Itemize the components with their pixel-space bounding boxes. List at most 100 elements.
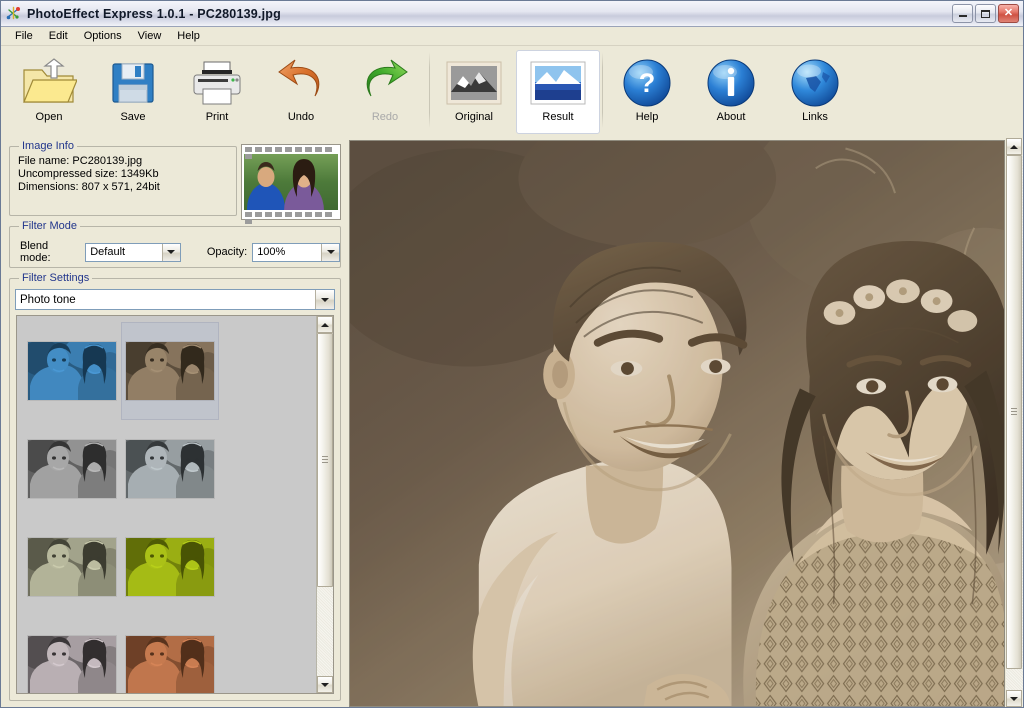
filter-thumbnail-gray-tone[interactable]: [23, 420, 121, 518]
filter-thumbnail-mauve-gray-tone[interactable]: [23, 616, 121, 693]
application-window: PhotoEffect Express 1.0.1 - PC280139.jpg…: [0, 0, 1024, 708]
result-view-label: Result: [542, 111, 574, 123]
maximize-button[interactable]: [975, 4, 996, 23]
filter-mode-group-label: Filter Mode: [19, 220, 81, 232]
filter-thumbnail-blue-tone[interactable]: [23, 322, 121, 420]
blend-mode-select[interactable]: Default: [85, 242, 181, 262]
result-image-canvas[interactable]: [349, 140, 1005, 707]
opacity-select[interactable]: 100%: [252, 242, 340, 262]
about-button-label: About: [716, 111, 746, 123]
image-info-group: Image Info File name: PC280139.jpg Uncom…: [9, 140, 237, 216]
filter-thumbnail-grid[interactable]: [17, 316, 316, 693]
image-vertical-scrollbar[interactable]: [1006, 138, 1023, 707]
redo-button[interactable]: Redo: [343, 50, 427, 134]
result-photo: [350, 141, 1004, 706]
filter-thumbnail-lime-tone[interactable]: [121, 518, 219, 616]
filter-thumbnail-panel: [16, 315, 334, 694]
help-button[interactable]: ? Help: [605, 50, 689, 134]
links-button[interactable]: Links: [773, 50, 857, 134]
title-bar: PhotoEffect Express 1.0.1 - PC280139.jpg…: [1, 1, 1023, 27]
question-mark-icon: ?: [622, 57, 672, 109]
filter-thumbnail-sepia-tone[interactable]: [121, 322, 219, 420]
toolbar-separator: [429, 52, 430, 128]
filter-mode-row: Blend mode: Default Opacity: 100%: [10, 227, 340, 264]
info-icon: [706, 57, 756, 109]
opacity-value: 100%: [257, 246, 286, 258]
window-controls: ✕: [952, 4, 1019, 23]
filter-thumbnail-orange-tone[interactable]: [121, 616, 219, 693]
blend-mode-label: Blend mode:: [20, 240, 51, 264]
filter-thumbnail-steel-blue-tone[interactable]: [121, 420, 219, 518]
undo-arrow-icon: [275, 57, 327, 109]
image-view-panel: [347, 138, 1023, 707]
window-title: PhotoEffect Express 1.0.1 - PC280139.jpg: [27, 6, 281, 21]
save-button[interactable]: Save: [91, 50, 175, 134]
about-button[interactable]: About: [689, 50, 773, 134]
links-button-label: Links: [802, 111, 828, 123]
redo-button-label: Redo: [371, 111, 399, 123]
filter-thumbnail-image: [28, 538, 116, 596]
filter-thumbnail-image: [126, 440, 214, 498]
menu-item-options[interactable]: Options: [76, 28, 130, 44]
save-button-label: Save: [120, 111, 146, 123]
image-info-text: File name: PC280139.jpg Uncompressed siz…: [10, 147, 236, 194]
image-info-size: Uncompressed size: 1349Kb: [18, 168, 159, 180]
filter-thumbnails-scrollbar[interactable]: [316, 316, 333, 693]
photo-frame-icon: [445, 57, 503, 109]
preview-image: [244, 147, 338, 217]
help-button-label: Help: [635, 111, 659, 123]
filter-preset-select[interactable]: Photo tone: [15, 289, 335, 310]
printer-icon: [191, 57, 243, 109]
film-strip-top: [242, 145, 340, 159]
scroll-up-button[interactable]: [317, 316, 333, 333]
print-button[interactable]: Print: [175, 50, 259, 134]
open-button-label: Open: [35, 111, 63, 123]
filter-thumbnail-image: [126, 538, 214, 596]
filter-thumbnail-image: [126, 636, 214, 693]
toolbar-separator: [602, 52, 603, 128]
menu-item-file[interactable]: File: [7, 28, 41, 44]
photo-frame-icon: [529, 57, 587, 109]
filter-preset-value: Photo tone: [20, 293, 76, 306]
scrollbar-thumb[interactable]: [1006, 155, 1022, 669]
close-button[interactable]: ✕: [998, 4, 1019, 23]
minimize-button[interactable]: [952, 4, 973, 23]
scroll-up-button[interactable]: [1006, 138, 1022, 155]
result-view-button[interactable]: Result: [516, 50, 600, 134]
undo-button[interactable]: Undo: [259, 50, 343, 134]
scrollbar-grip: [1011, 407, 1017, 416]
left-panel: Image Info File name: PC280139.jpg Uncom…: [1, 138, 346, 707]
toolbar: Open Save Print Undo Redo Original Resul…: [1, 46, 1023, 138]
original-view-button[interactable]: Original: [432, 50, 516, 134]
floppy-disk-icon: [109, 57, 157, 109]
scrollbar-thumb[interactable]: [317, 333, 333, 587]
menu-item-view[interactable]: View: [130, 28, 170, 44]
sparkle-icon: [5, 5, 22, 22]
open-folder-icon: [21, 57, 77, 109]
svg-text:?: ?: [639, 68, 656, 98]
filter-thumbnail-image: [28, 342, 116, 400]
menu-item-edit[interactable]: Edit: [41, 28, 76, 44]
filter-settings-group-label: Filter Settings: [19, 272, 93, 284]
menu-bar: File Edit Options View Help: [1, 27, 1023, 46]
scroll-down-button[interactable]: [317, 676, 333, 693]
undo-button-label: Undo: [287, 111, 315, 123]
redo-arrow-icon: [359, 57, 411, 109]
filter-thumbnail-khaki-tone[interactable]: [23, 518, 121, 616]
chevron-down-icon[interactable]: [321, 243, 339, 261]
film-strip-bottom: [242, 210, 340, 224]
chevron-down-icon[interactable]: [315, 290, 334, 309]
globe-icon: [790, 57, 840, 109]
print-button-label: Print: [205, 111, 229, 123]
image-info-dimensions: Dimensions: 807 x 571, 24bit: [18, 181, 160, 193]
original-preview-thumbnail[interactable]: [241, 144, 341, 224]
chevron-down-icon[interactable]: [161, 243, 180, 261]
filter-mode-group: Filter Mode Blend mode: Default Opacity:…: [9, 220, 341, 268]
opacity-label: Opacity:: [206, 246, 248, 258]
filter-thumbnail-image: [126, 342, 214, 400]
filter-thumbnail-image: [28, 440, 116, 498]
menu-item-help[interactable]: Help: [169, 28, 208, 44]
scroll-down-button[interactable]: [1006, 690, 1022, 707]
main-body: Image Info File name: PC280139.jpg Uncom…: [1, 138, 1023, 707]
open-button[interactable]: Open: [7, 50, 91, 134]
